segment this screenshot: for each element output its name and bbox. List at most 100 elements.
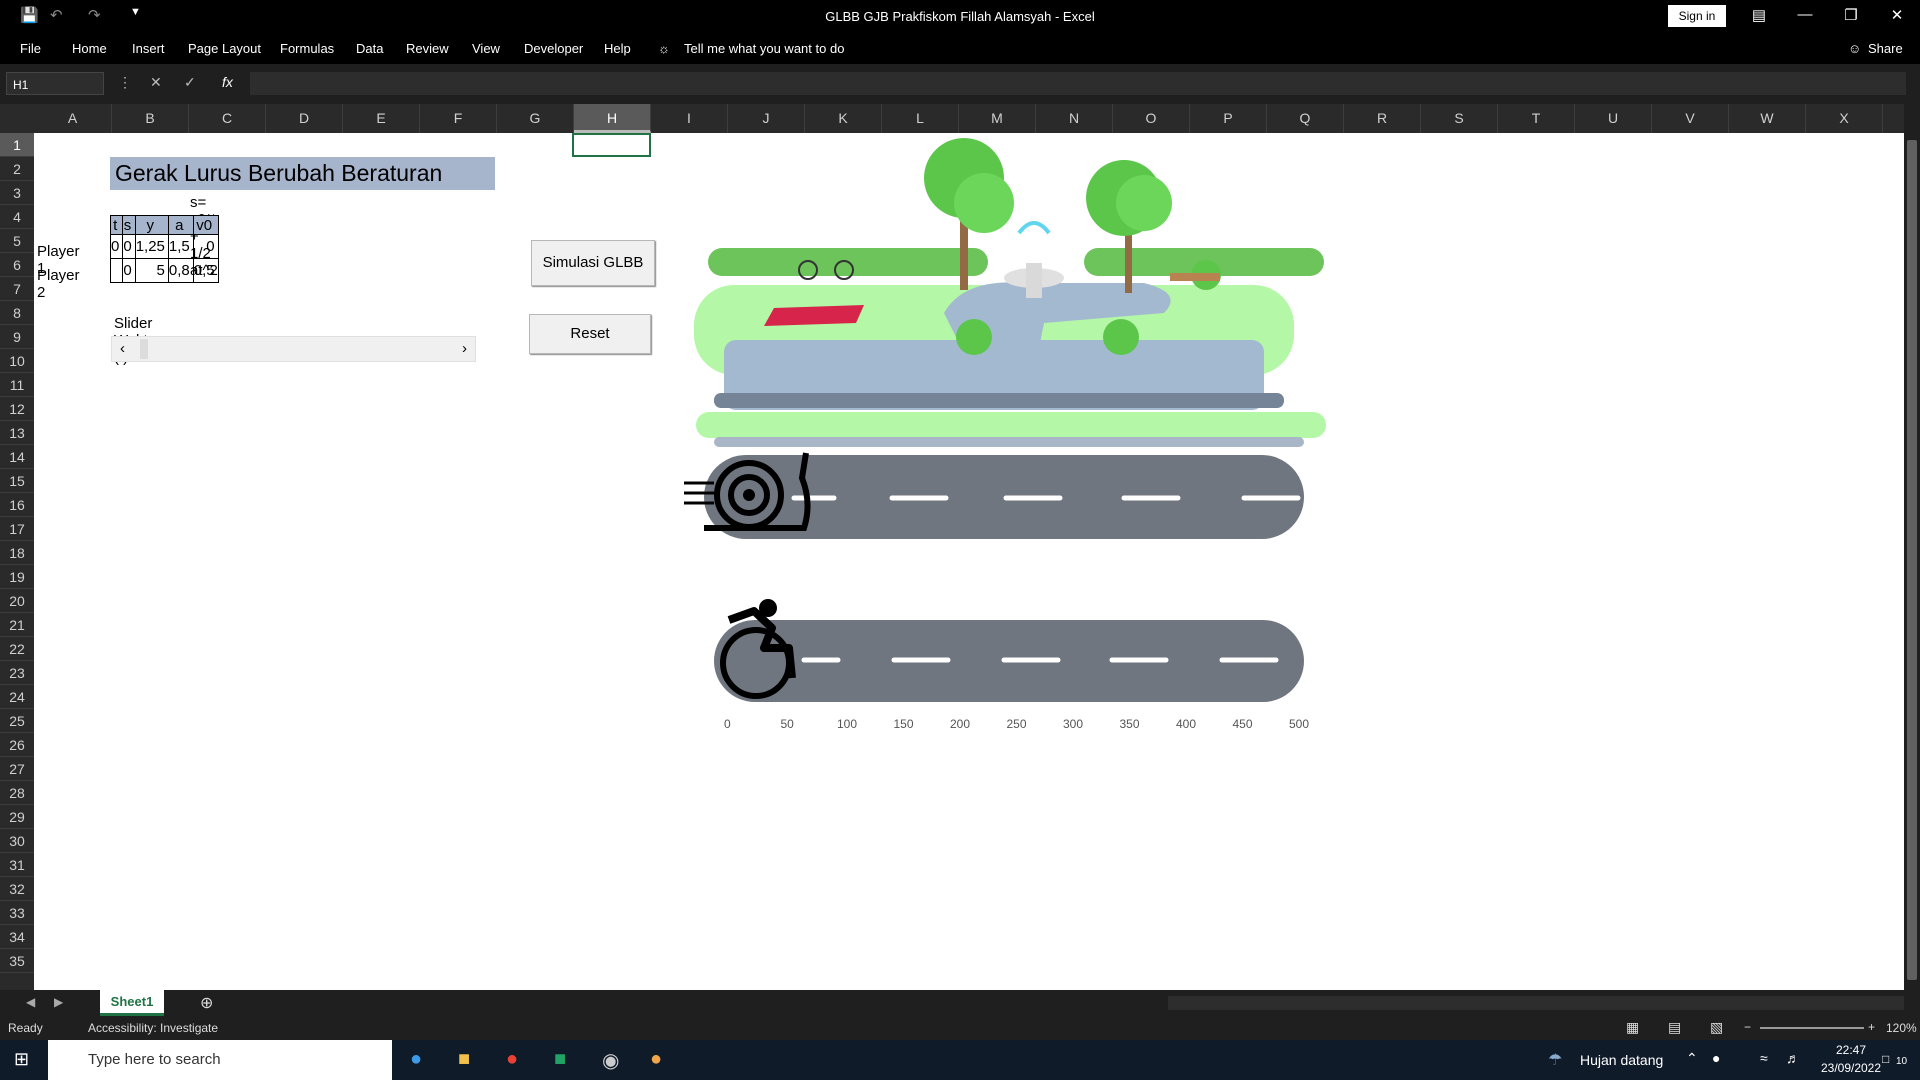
windows-start-icon[interactable]: ⊞ <box>14 1049 29 1070</box>
tab-help[interactable]: Help <box>604 41 631 56</box>
row-header-31[interactable]: 31 <box>0 853 34 877</box>
tell-me-search[interactable]: Tell me what you want to do <box>684 41 844 56</box>
row-header-33[interactable]: 33 <box>0 901 34 925</box>
file-explorer-icon[interactable]: ■ <box>458 1048 470 1071</box>
notification-icon[interactable]: □ <box>1882 1052 1889 1066</box>
name-box[interactable]: H1 <box>6 72 104 95</box>
more-icon[interactable]: ⋮ <box>118 74 132 91</box>
row-header-22[interactable]: 22 <box>0 637 34 661</box>
edge-icon[interactable]: ● <box>410 1048 422 1071</box>
row-header-29[interactable]: 29 <box>0 805 34 829</box>
cell[interactable]: 0 <box>192 234 219 259</box>
page-break-view-icon[interactable]: ▧ <box>1710 1019 1723 1036</box>
row-header-26[interactable]: 26 <box>0 733 34 757</box>
tab-file[interactable]: File <box>20 41 41 56</box>
column-header-s[interactable]: S <box>1421 104 1498 133</box>
column-header-i[interactable]: I <box>651 104 728 133</box>
column-header-t[interactable]: T <box>1498 104 1575 133</box>
formula-input[interactable] <box>250 72 1906 95</box>
vertical-scrollbar[interactable] <box>1904 104 1920 990</box>
column-header-c[interactable]: C <box>189 104 266 133</box>
row-header-15[interactable]: 15 <box>0 469 34 493</box>
row-header-2[interactable]: 2 <box>0 157 34 181</box>
row-header-7[interactable]: 7 <box>0 277 34 301</box>
cell[interactable] <box>109 258 124 283</box>
add-sheet-icon[interactable]: ⊕ <box>200 993 213 1013</box>
cell[interactable]: 0 <box>122 258 136 283</box>
header-v0[interactable]: v0 <box>192 215 219 235</box>
column-header-q[interactable]: Q <box>1267 104 1344 133</box>
column-header-k[interactable]: K <box>805 104 882 133</box>
column-header-x[interactable]: X <box>1806 104 1883 133</box>
row-header-20[interactable]: 20 <box>0 589 34 613</box>
scroll-thumb[interactable] <box>1907 140 1917 980</box>
row-header-34[interactable]: 34 <box>0 925 34 949</box>
column-header-a[interactable]: A <box>34 104 112 133</box>
tray-chevron-icon[interactable]: ⌃ <box>1686 1050 1698 1067</box>
header-t[interactable]: t <box>109 215 124 235</box>
restore-icon[interactable]: ❐ <box>1836 6 1866 24</box>
cancel-icon[interactable]: ✕ <box>150 74 162 91</box>
tab-review[interactable]: Review <box>406 41 449 56</box>
worksheet-grid[interactable]: ABCDEFGHIJKLMNOPQRSTUVWX 1 2 3 4 5 6 7 8 9 10 11 12… <box>0 104 1920 990</box>
simulate-button[interactable]: Simulasi GLBB <box>531 240 655 286</box>
column-header-d[interactable]: D <box>266 104 343 133</box>
row-header-30[interactable]: 30 <box>0 829 34 853</box>
clock-time[interactable]: 22:47 <box>1820 1043 1882 1057</box>
minimize-icon[interactable]: — <box>1790 6 1820 23</box>
mic-icon[interactable]: ● <box>1712 1050 1720 1066</box>
row-header-27[interactable]: 27 <box>0 757 34 781</box>
row-header-8[interactable]: 8 <box>0 301 34 325</box>
row-header-11[interactable]: 11 <box>0 373 34 397</box>
header-a[interactable]: a <box>167 215 194 235</box>
normal-view-icon[interactable]: ▦ <box>1626 1019 1639 1036</box>
cell[interactable]: 5 <box>134 258 169 283</box>
row-header-25[interactable]: 25 <box>0 709 34 733</box>
row-header-23[interactable]: 23 <box>0 661 34 685</box>
time-slider[interactable]: ‹ › <box>111 336 476 362</box>
row-header-9[interactable]: 9 <box>0 325 34 349</box>
chrome-icon[interactable]: ● <box>506 1048 518 1071</box>
column-header-n[interactable]: N <box>1036 104 1113 133</box>
tab-page-layout[interactable]: Page Layout <box>188 41 261 56</box>
tab-developer[interactable]: Developer <box>524 41 583 56</box>
row-header-4[interactable]: 4 <box>0 205 34 229</box>
row-header-19[interactable]: 19 <box>0 565 34 589</box>
column-header-r[interactable]: R <box>1344 104 1421 133</box>
selected-cell-h1[interactable] <box>572 133 651 157</box>
cell[interactable]: 1,5 <box>167 234 194 259</box>
header-s[interactable]: s <box>122 215 136 235</box>
tab-view[interactable]: View <box>472 41 500 56</box>
zoom-in-icon[interactable]: + <box>1868 1020 1875 1034</box>
column-header-h[interactable]: H <box>574 104 651 133</box>
column-header-w[interactable]: W <box>1729 104 1806 133</box>
reset-button[interactable]: Reset <box>529 314 651 354</box>
column-header-g[interactable]: G <box>497 104 574 133</box>
slider-left-arrow-icon[interactable]: ‹ <box>120 340 125 357</box>
wifi-icon[interactable]: ≈ <box>1760 1050 1768 1066</box>
tab-home[interactable]: Home <box>72 41 107 56</box>
prev-sheet-icon[interactable]: ◀ <box>26 995 35 1009</box>
zoom-out-icon[interactable]: − <box>1744 1020 1751 1034</box>
slider-right-arrow-icon[interactable]: › <box>462 340 467 357</box>
row-header-14[interactable]: 14 <box>0 445 34 469</box>
row-header-6[interactable]: 6 <box>0 253 34 277</box>
enter-icon[interactable]: ✓ <box>184 74 196 91</box>
cell[interactable]: 0,5 <box>192 258 219 283</box>
row-header-32[interactable]: 32 <box>0 877 34 901</box>
header-y[interactable]: y <box>134 215 169 235</box>
row-header-3[interactable]: 3 <box>0 181 34 205</box>
ribbon-display-icon[interactable]: ▤ <box>1744 6 1774 24</box>
row-header-28[interactable]: 28 <box>0 781 34 805</box>
column-header-b[interactable]: B <box>112 104 189 133</box>
row-header-17[interactable]: 17 <box>0 517 34 541</box>
tab-insert[interactable]: Insert <box>132 41 165 56</box>
accessibility-indicator[interactable]: Accessibility: Investigate <box>88 1021 218 1035</box>
taskbar-search[interactable]: Type here to search <box>48 1040 392 1080</box>
row-header-21[interactable]: 21 <box>0 613 34 637</box>
cell[interactable]: 0,8 <box>167 258 194 283</box>
insert-function-icon[interactable]: fx <box>222 74 233 90</box>
row-header-18[interactable]: 18 <box>0 541 34 565</box>
column-header-l[interactable]: L <box>882 104 959 133</box>
volume-icon[interactable]: ♬ <box>1786 1050 1800 1066</box>
